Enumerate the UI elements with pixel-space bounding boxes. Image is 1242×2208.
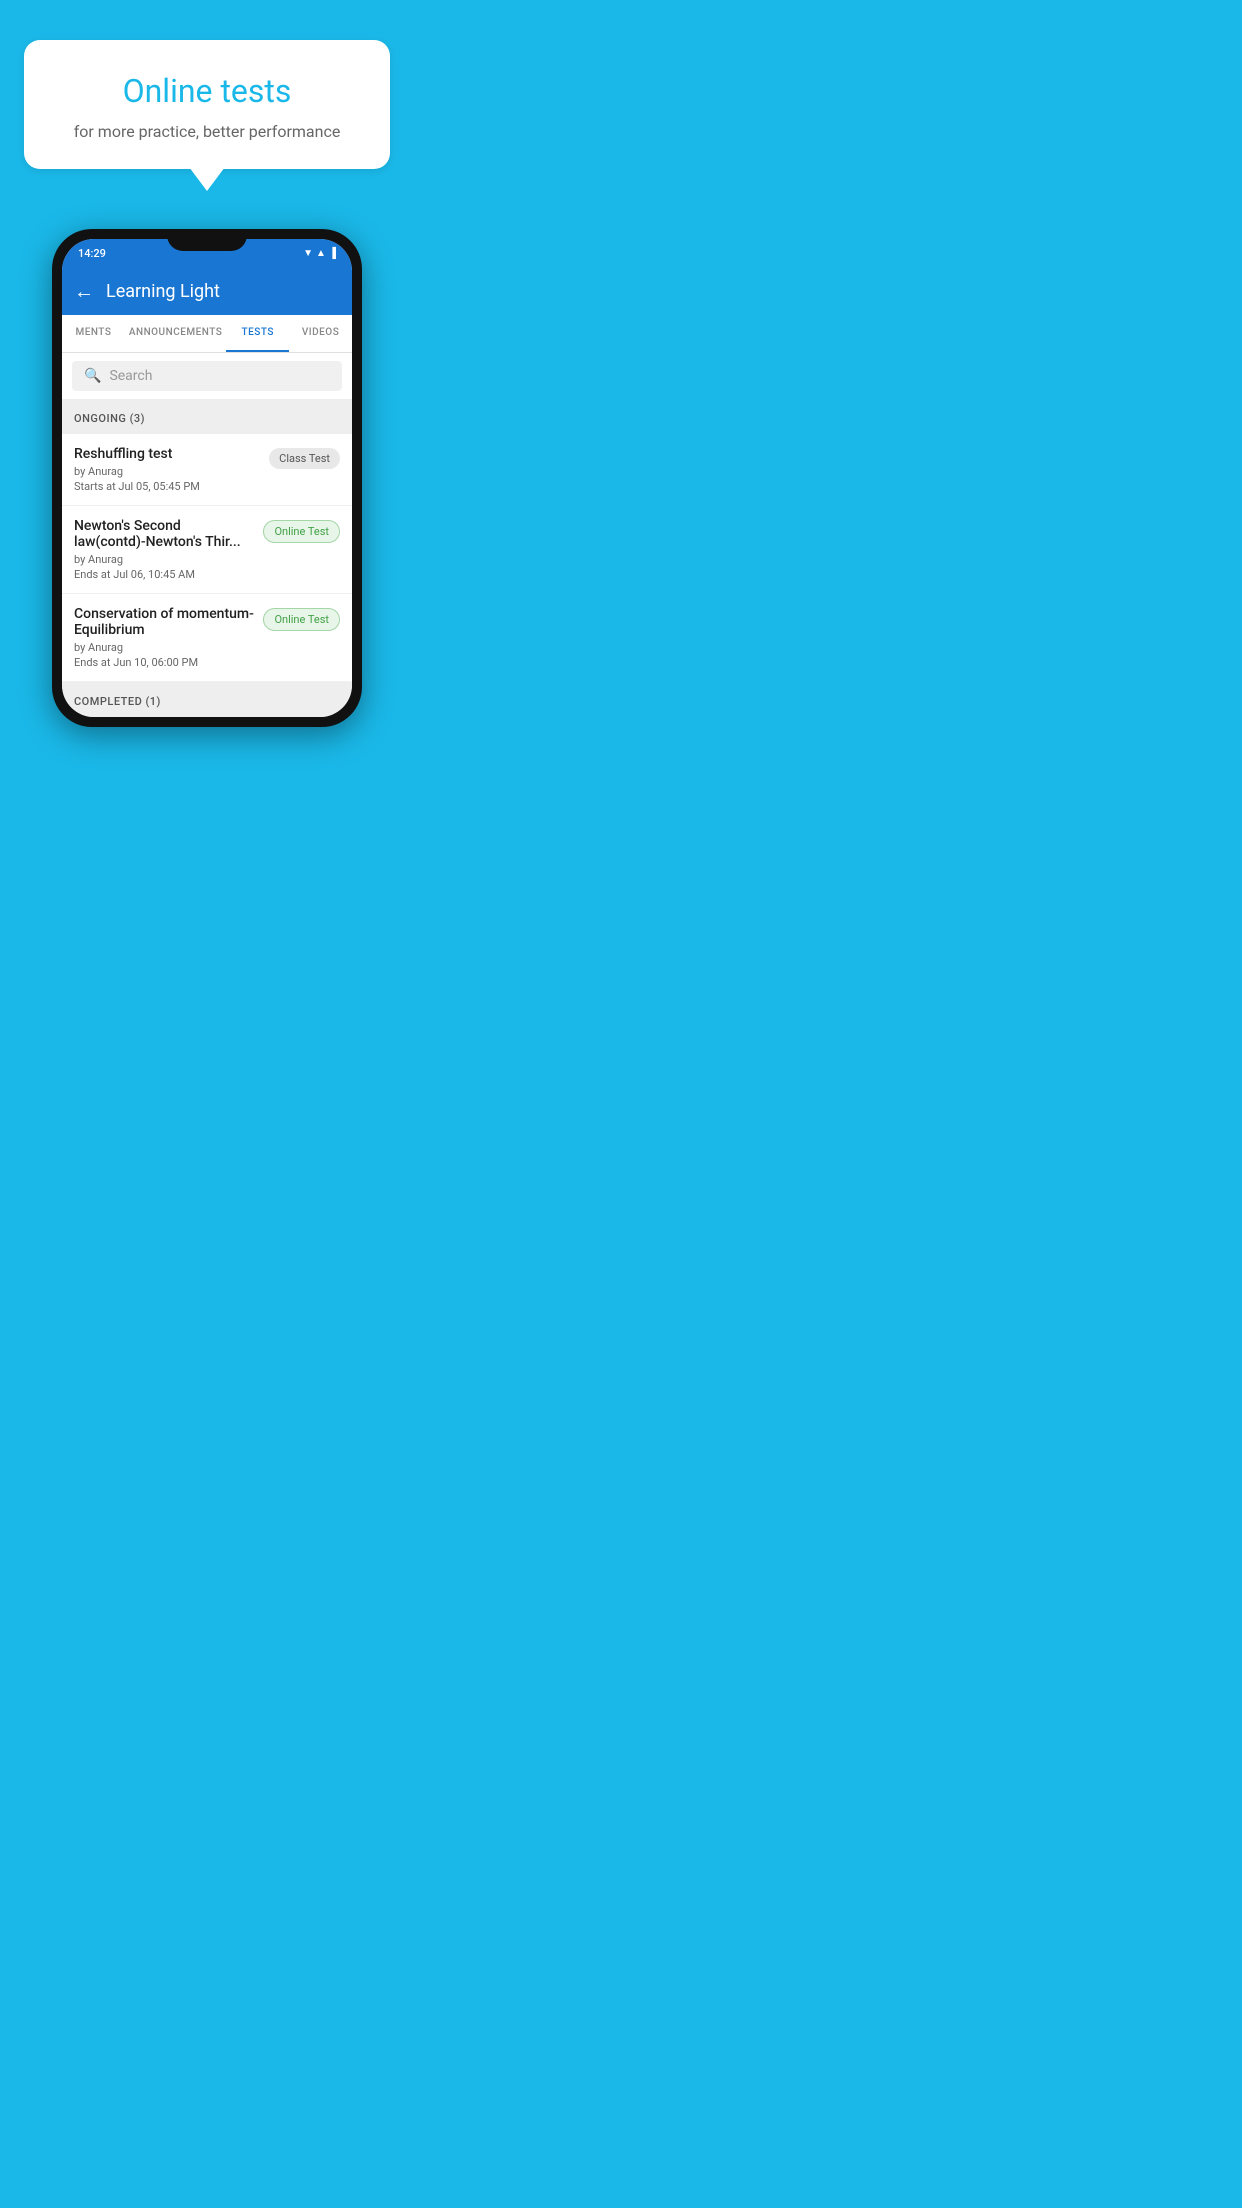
test-author: by Anurag — [74, 553, 255, 566]
test-author: by Anurag — [74, 641, 255, 654]
ongoing-section-header: ONGOING (3) — [62, 399, 352, 434]
test-badge-online-2: Online Test — [263, 608, 340, 631]
status-time: 14:29 — [78, 247, 106, 260]
speech-bubble: Online tests for more practice, better p… — [24, 40, 390, 169]
app-bar-title: Learning Light — [106, 281, 220, 302]
tab-tests[interactable]: TESTS — [226, 315, 289, 352]
phone-frame: 14:29 ▼ ▲ ▐ ← Learning Light MENTS ANNOU… — [52, 229, 362, 727]
test-badge-class: Class Test — [269, 448, 340, 469]
test-date: Ends at Jul 06, 10:45 AM — [74, 568, 255, 581]
status-icons: ▼ ▲ ▐ — [303, 248, 336, 259]
test-name: Newton's Second law(contd)-Newton's Thir… — [74, 518, 255, 550]
wifi-icon: ▼ — [303, 248, 313, 259]
tab-ments[interactable]: MENTS — [62, 315, 125, 352]
hero-section: Online tests for more practice, better p… — [0, 0, 414, 169]
tab-announcements[interactable]: ANNOUNCEMENTS — [125, 315, 226, 352]
test-item[interactable]: Reshuffling test by Anurag Starts at Jul… — [62, 434, 352, 506]
battery-icon: ▐ — [329, 248, 336, 259]
search-placeholder: Search — [109, 368, 152, 384]
test-date: Starts at Jul 05, 05:45 PM — [74, 480, 261, 493]
completed-section-header: COMPLETED (1) — [62, 682, 352, 717]
test-item[interactable]: Conservation of momentum-Equilibrium by … — [62, 594, 352, 682]
test-info: Newton's Second law(contd)-Newton's Thir… — [74, 518, 263, 581]
search-bar[interactable]: 🔍 Search — [72, 361, 342, 391]
phone-mockup: 14:29 ▼ ▲ ▐ ← Learning Light MENTS ANNOU… — [0, 229, 414, 727]
hero-subtitle: for more practice, better performance — [48, 122, 366, 141]
test-name: Conservation of momentum-Equilibrium — [74, 606, 255, 638]
test-info: Reshuffling test by Anurag Starts at Jul… — [74, 446, 269, 493]
search-container: 🔍 Search — [62, 353, 352, 399]
test-badge-online: Online Test — [263, 520, 340, 543]
test-author: by Anurag — [74, 465, 261, 478]
test-list: Reshuffling test by Anurag Starts at Jul… — [62, 434, 352, 682]
test-info: Conservation of momentum-Equilibrium by … — [74, 606, 263, 669]
test-name: Reshuffling test — [74, 446, 261, 462]
phone-notch — [167, 229, 247, 251]
search-icon: 🔍 — [84, 368, 101, 384]
hero-title: Online tests — [48, 72, 366, 110]
test-date: Ends at Jun 10, 06:00 PM — [74, 656, 255, 669]
phone-screen: 14:29 ▼ ▲ ▐ ← Learning Light MENTS ANNOU… — [62, 239, 352, 717]
signal-icon: ▲ — [316, 248, 326, 259]
ongoing-label: ONGOING (3) — [74, 412, 145, 425]
back-button[interactable]: ← — [74, 279, 94, 304]
tab-videos[interactable]: VIDEOS — [289, 315, 352, 352]
test-item[interactable]: Newton's Second law(contd)-Newton's Thir… — [62, 506, 352, 594]
tabs-container: MENTS ANNOUNCEMENTS TESTS VIDEOS — [62, 315, 352, 353]
app-bar: ← Learning Light — [62, 267, 352, 315]
completed-label: COMPLETED (1) — [74, 695, 161, 708]
